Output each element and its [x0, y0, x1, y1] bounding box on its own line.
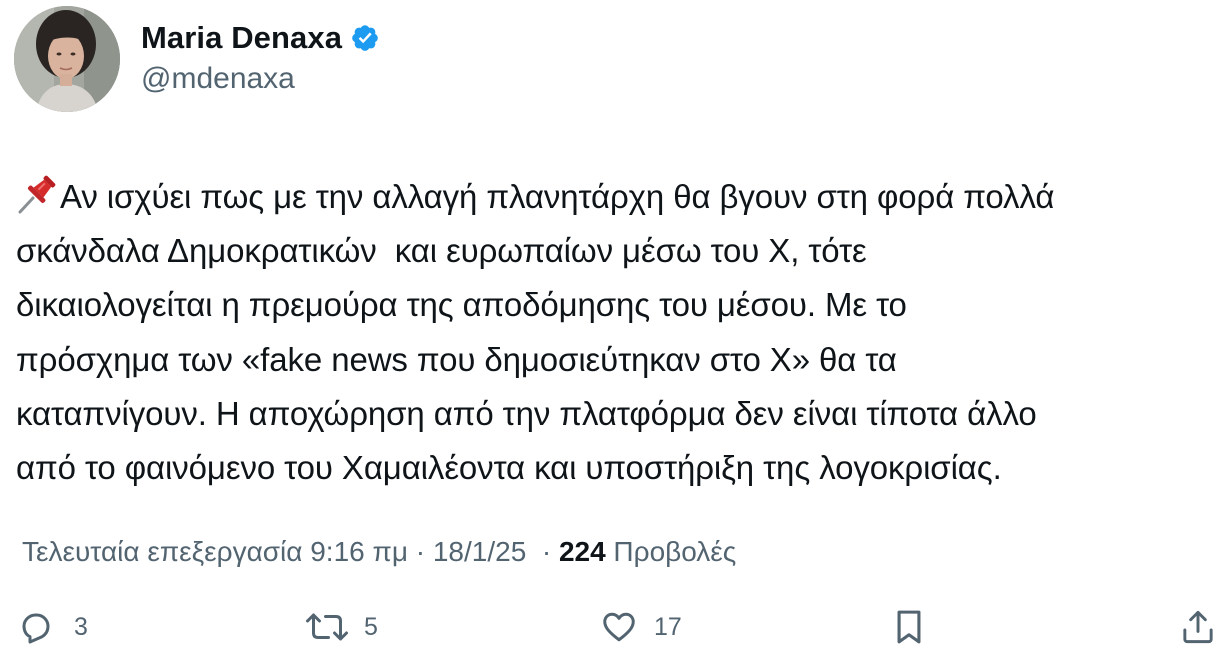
reply-button[interactable]: 3: [18, 605, 88, 649]
avatar-image: [14, 6, 120, 112]
name-row: Maria Denaxa: [141, 18, 380, 58]
like-count: 17: [654, 612, 682, 641]
views-label: Προβολές: [605, 536, 737, 567]
repost-button[interactable]: 5: [304, 605, 378, 649]
like-button[interactable]: 17: [600, 605, 682, 649]
like-icon: [600, 609, 638, 645]
tweet-line-3: δικαιολογείται η πρεμούρα της αποδόμησης…: [16, 286, 907, 324]
views-count: 224: [558, 536, 606, 567]
repost-icon: [304, 609, 350, 645]
share-icon: [1180, 608, 1216, 646]
edited-timestamp[interactable]: Τελευταία επεξεργασία 9:16 πμ · 18/1/25: [22, 536, 534, 568]
display-name[interactable]: Maria Denaxa: [141, 20, 342, 56]
tweet-line-4: πρόσχημα των «fake news που δημοσιεύτηκα…: [16, 340, 897, 378]
share-button[interactable]: [1180, 605, 1216, 649]
reply-count: 3: [74, 612, 88, 641]
author-names: Maria Denaxa @mdenaxa: [141, 4, 380, 114]
pushpin-icon: [16, 174, 60, 214]
tweet-header: Maria Denaxa @mdenaxa: [14, 6, 380, 112]
action-bar: 3 5 17: [0, 605, 1226, 649]
tweet-line-1: Αν ισχύει πως με την αλλαγή πλανητάρχη θ…: [60, 178, 1055, 215]
reply-icon: [18, 609, 54, 645]
verified-badge-icon[interactable]: [350, 23, 380, 53]
tweet-meta: Τελευταία επεξεργασία 9:16 πμ · 18/1/25 …: [22, 532, 736, 572]
tweet-line-6: από το φαινόμενο του Χαμαιλέοντα και υπο…: [16, 449, 1002, 487]
avatar[interactable]: [14, 6, 120, 112]
tweet-line-5: καταπνίγουν. Η αποχώρηση από την πλατφόρ…: [16, 394, 1037, 432]
meta-separator: ·: [534, 536, 559, 567]
repost-count: 5: [364, 612, 378, 641]
handle[interactable]: @mdenaxa: [141, 62, 380, 96]
bookmark-button[interactable]: [892, 605, 926, 649]
bookmark-icon: [892, 608, 926, 646]
tweet-line-2: σκάνδαλα Δημοκρατικών και ευρωπαίων μέσω…: [16, 232, 867, 270]
tweet-text: Αν ισχύει πως με την αλλαγή πλανητάρχη θ…: [16, 170, 1221, 495]
